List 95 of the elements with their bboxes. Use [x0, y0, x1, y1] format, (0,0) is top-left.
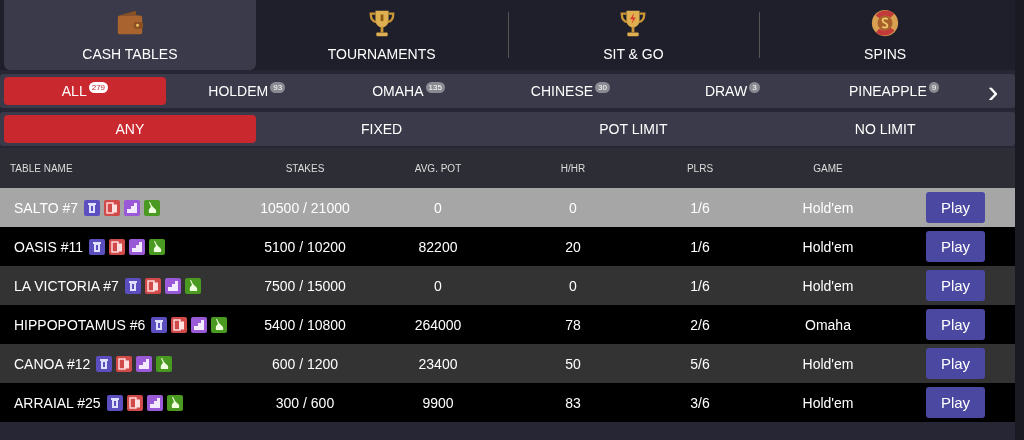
- tower-icon: [151, 316, 168, 333]
- avg-pot-cell: 82200: [418, 238, 458, 255]
- cards-icon: [171, 316, 188, 333]
- cards-icon: [116, 355, 133, 372]
- players-cell: 1/6: [690, 199, 710, 216]
- tower-icon: [106, 394, 123, 411]
- stakes-cell: 300 / 600: [275, 394, 335, 411]
- avg-pot-cell: 0: [434, 199, 442, 216]
- lobby-tab[interactable]: SIT & GO: [507, 0, 760, 70]
- stakes-cell: 7500 / 15000: [264, 277, 346, 294]
- game-filter[interactable]: ALL 279: [4, 77, 166, 105]
- hands-per-hour-cell: 0: [569, 277, 577, 294]
- game-cell: Omaha: [805, 316, 851, 333]
- table-name: CANOA #12: [14, 355, 91, 372]
- steps-icon: [146, 394, 163, 411]
- cards-icon: [104, 199, 121, 216]
- lobby-tab[interactable]: SPINS: [759, 0, 1011, 70]
- table-name: LA VICTORIA #7: [14, 277, 119, 294]
- hands-per-hour-cell: 20: [565, 238, 581, 255]
- steps-icon: [124, 199, 141, 216]
- avg-pot-cell: 264000: [414, 316, 462, 333]
- count-badge: 30: [595, 81, 610, 93]
- game-cell: Hold'em: [802, 355, 854, 372]
- limit-filter[interactable]: NO LIMIT: [759, 115, 1011, 143]
- count-badge: 3: [749, 81, 760, 93]
- lobby-tab[interactable]: CASH TABLES: [4, 0, 256, 70]
- game-filter[interactable]: OMAHA 135: [327, 77, 490, 105]
- game-filter[interactable]: HOLDEM 93: [165, 77, 328, 105]
- count-badge: 279: [88, 81, 109, 93]
- table-row[interactable]: SALTO #7 10500 / 21000 0 0 1/6 Hold'em Play: [0, 188, 1015, 227]
- hands-per-hour-cell: 83: [565, 394, 581, 411]
- table-name: ARRAIAL #25: [14, 394, 101, 411]
- stakes-cell: 600 / 1200: [271, 355, 339, 372]
- play-button[interactable]: Play: [926, 270, 985, 301]
- tower-icon: [96, 355, 113, 372]
- play-button[interactable]: Play: [926, 387, 985, 418]
- game-cell: Hold'em: [802, 394, 854, 411]
- column-header: H/HR: [560, 162, 586, 174]
- table-row[interactable]: LA VICTORIA #7 7500 / 15000 0 0 1/6 Hold'em Play: [0, 266, 1015, 305]
- players-cell: 1/6: [690, 277, 710, 294]
- column-header: GAME: [813, 162, 843, 174]
- tower-icon: [89, 238, 105, 255]
- game-cell: Hold'em: [802, 277, 854, 294]
- avg-pot-cell: 9900: [422, 394, 454, 411]
- steps-icon: [136, 355, 153, 372]
- column-header: PLRS: [686, 162, 714, 174]
- play-button[interactable]: Play: [926, 309, 985, 340]
- players-cell: 1/6: [690, 238, 710, 255]
- stakes-cell: 5400 / 10800: [264, 316, 346, 333]
- cards-icon: [109, 238, 125, 255]
- play-button[interactable]: Play: [926, 348, 985, 379]
- count-badge: 9: [928, 81, 940, 93]
- steps-icon: [164, 277, 181, 294]
- scrollbar[interactable]: [1015, 0, 1024, 440]
- table-row[interactable]: HIPPOPOTAMUS #6 5400 / 10800 264000 78 2/6 Omaha Play: [0, 305, 1015, 344]
- stakes-cell: 10500 / 21000: [260, 199, 350, 216]
- steps-icon: [129, 238, 145, 255]
- avg-pot-cell: 0: [434, 277, 442, 294]
- players-cell: 2/6: [690, 316, 710, 333]
- count-badge: 135: [425, 81, 445, 93]
- chip-icon: [870, 8, 901, 38]
- table-row[interactable]: OASIS #11 5100 / 10200 82200 20 1/6 Hold'em Play: [0, 227, 1015, 266]
- table-name: OASIS #11: [14, 238, 83, 255]
- tower-icon: [124, 277, 141, 294]
- table-name: SALTO #7: [14, 199, 79, 216]
- hands-per-hour-cell: 0: [569, 199, 577, 216]
- avg-pot-cell: 23400: [418, 355, 458, 372]
- game-cell: Hold'em: [802, 238, 854, 255]
- game-filter[interactable]: CHINESE 30: [489, 77, 652, 105]
- count-badge: 93: [270, 81, 286, 93]
- hands-per-hour-cell: 78: [565, 316, 581, 333]
- next-button[interactable]: ›: [975, 76, 1011, 106]
- game-filter[interactable]: PINEAPPLE 9: [813, 77, 975, 105]
- table-row[interactable]: CANOA #12 600 / 1200 23400 50 5/6 Hold'em Play: [0, 344, 1015, 383]
- table-name: HIPPOPOTAMUS #6: [14, 316, 146, 333]
- limit-filter[interactable]: ANY: [4, 115, 256, 143]
- play-button[interactable]: Play: [926, 192, 985, 223]
- cards-icon: [144, 277, 161, 294]
- game-filter[interactable]: DRAW 3: [651, 77, 814, 105]
- tower-icon: [84, 199, 101, 216]
- stakes-cell: 5100 / 10200: [264, 238, 346, 255]
- limit-filter[interactable]: FIXED: [255, 115, 508, 143]
- cards-icon: [126, 394, 143, 411]
- lobby-tab[interactable]: TOURNAMENTS: [255, 0, 508, 70]
- column-header: STAKES: [285, 162, 325, 174]
- play-button[interactable]: Play: [926, 231, 985, 262]
- game-cell: Hold'em: [802, 199, 854, 216]
- hands-per-hour-cell: 50: [565, 355, 581, 372]
- players-cell: 5/6: [690, 355, 710, 372]
- limit-filter[interactable]: POT LIMIT: [507, 115, 760, 143]
- table-row[interactable]: ARRAIAL #25 300 / 600 9900 83 3/6 Hold'em Play: [0, 383, 1015, 422]
- column-header: TABLE NAME: [9, 162, 73, 174]
- column-header: AVG. POT: [414, 162, 462, 174]
- steps-icon: [191, 316, 208, 333]
- players-cell: 3/6: [690, 394, 710, 411]
